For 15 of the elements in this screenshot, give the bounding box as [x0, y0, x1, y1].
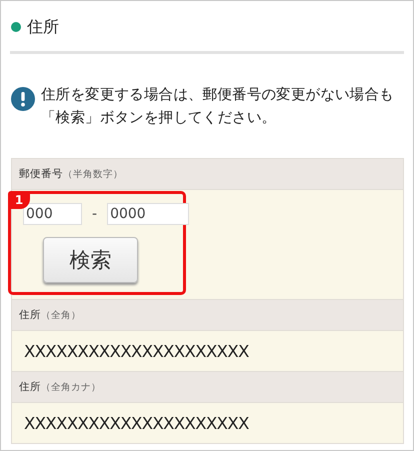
separator-text: -	[92, 206, 98, 222]
field-label: 郵便番号	[19, 167, 63, 181]
postal-code-field[interactable]: 0000	[107, 203, 190, 225]
field-label: 住所	[19, 380, 41, 394]
postal-code-field[interactable]: 000	[23, 203, 82, 225]
field-hint: （全角）	[41, 308, 81, 322]
notice-text: 住所を変更する場合は、郵便番号の変更がない場合も「検索」ボタンを押してください。	[41, 86, 395, 128]
field-hint: （半角数字）	[63, 168, 123, 180]
search-button[interactable]: 検索	[43, 237, 138, 283]
field-hint: （全角カナ）	[41, 380, 101, 394]
exclamation-icon	[11, 87, 35, 111]
section-title: 住所	[27, 16, 59, 38]
field-label: 住所	[19, 308, 41, 322]
field-value: XXXXXXXXXXXXXXXXXXXXX	[24, 414, 249, 432]
field-value: XXXXXXXXXXXXXXXXXXXXX	[24, 342, 249, 360]
